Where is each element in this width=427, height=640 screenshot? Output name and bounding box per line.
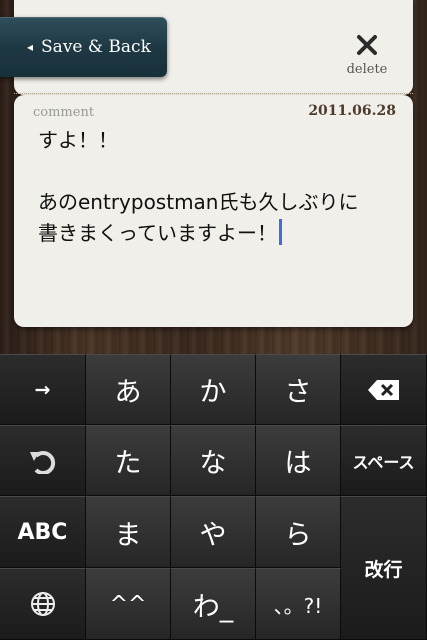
key-backspace[interactable]: [341, 354, 427, 425]
key-ka[interactable]: か: [171, 354, 256, 425]
comment-label: comment: [33, 105, 95, 120]
comment-card: comment 2011.06.28 すよ！！ あのentrypostman氏も…: [14, 95, 413, 327]
text-caret: [279, 219, 282, 245]
keyboard: → あ か さ た な は スペース ABC ま や ら 改行 ^^ わ_ 、。…: [0, 354, 427, 640]
key-wa[interactable]: わ_: [171, 568, 256, 640]
comment-text: すよ！！ あのentrypostman氏も久しぶりに 書きまくっていますよー！: [38, 128, 359, 245]
delete-label: delete: [346, 62, 388, 77]
key-abc[interactable]: ABC: [0, 496, 86, 568]
key-na[interactable]: な: [171, 425, 256, 496]
key-ya[interactable]: や: [171, 496, 256, 568]
back-arrow-icon: ◂: [27, 40, 34, 54]
key-ha[interactable]: は: [256, 425, 341, 496]
key-undo[interactable]: [0, 425, 86, 496]
key-ta[interactable]: た: [86, 425, 171, 496]
key-return[interactable]: 改行: [341, 496, 427, 640]
backspace-icon: [367, 379, 399, 400]
arrow-right-icon: →: [34, 378, 51, 401]
key-space[interactable]: スペース: [341, 425, 427, 496]
key-right-arrow[interactable]: →: [0, 354, 86, 425]
key-ra[interactable]: ら: [256, 496, 341, 568]
key-sa[interactable]: さ: [256, 354, 341, 425]
key-globe[interactable]: [0, 568, 86, 640]
close-icon: [337, 34, 397, 60]
undo-icon: [29, 450, 55, 474]
comment-textarea[interactable]: すよ！！ あのentrypostman氏も久しぶりに 書きまくっていますよー！: [38, 125, 399, 249]
globe-icon: [30, 592, 55, 616]
key-a[interactable]: あ: [86, 354, 171, 425]
key-ma[interactable]: ま: [86, 496, 171, 568]
key-kaomoji[interactable]: ^^: [86, 568, 171, 640]
save-back-button[interactable]: ◂ Save & Back: [0, 17, 167, 77]
note-date: 2011.06.28: [308, 103, 396, 119]
key-punctuation[interactable]: 、。?!: [256, 568, 341, 640]
delete-button[interactable]: delete: [337, 34, 397, 80]
save-back-label: Save & Back: [41, 37, 151, 57]
